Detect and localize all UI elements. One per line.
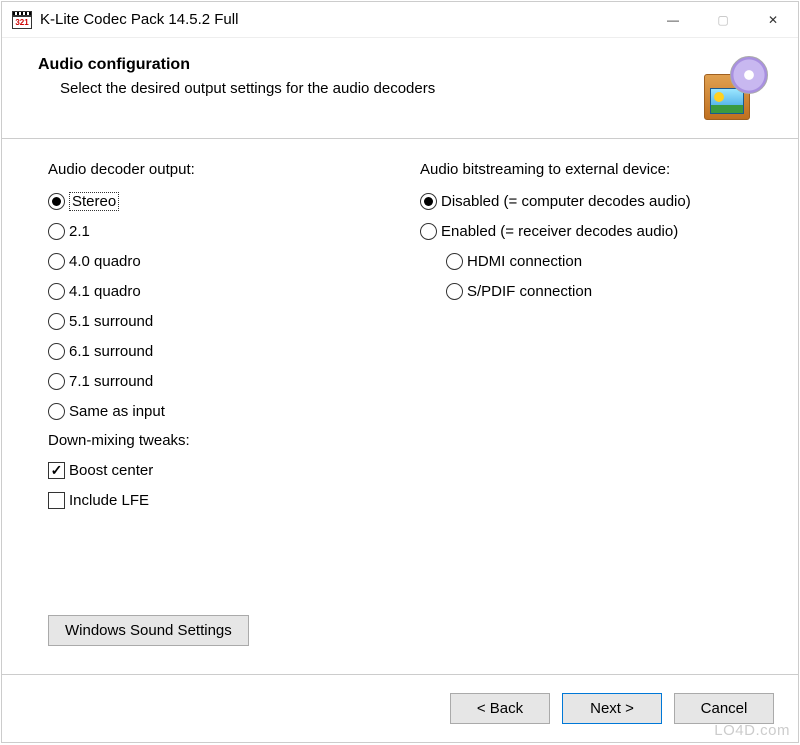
option-label: S/PDIF connection xyxy=(467,283,592,300)
maximize-icon: ▢ xyxy=(698,2,748,38)
option-label: Disabled (= computer decodes audio) xyxy=(441,193,691,210)
radio-decoder-2-1[interactable]: 2.1 xyxy=(48,216,390,246)
checkbox-icon xyxy=(48,462,65,479)
option-label: 7.1 surround xyxy=(69,373,153,390)
radio-decoder-same-as-input[interactable]: Same as input xyxy=(48,396,390,426)
radio-decoder-stereo[interactable]: Stereo xyxy=(48,186,390,216)
page-title: Audio configuration xyxy=(38,56,688,74)
app-icon: 321 xyxy=(12,11,32,29)
radio-icon xyxy=(420,223,437,240)
radio-decoder-4-0-quadro[interactable]: 4.0 quadro xyxy=(48,246,390,276)
option-label: Same as input xyxy=(69,403,165,420)
cancel-button[interactable]: Cancel xyxy=(674,693,774,724)
radio-icon xyxy=(48,223,65,240)
checkbox-icon xyxy=(48,492,65,509)
radio-bitstream-enabled-receiver-decodes-audio[interactable]: Enabled (= receiver decodes audio) xyxy=(420,216,762,246)
radio-icon xyxy=(48,373,65,390)
radio-connection-s-pdif-connection[interactable]: S/PDIF connection xyxy=(446,276,762,306)
radio-icon xyxy=(48,253,65,270)
option-label: Enabled (= receiver decodes audio) xyxy=(441,223,678,240)
back-button[interactable]: < Back xyxy=(450,693,550,724)
radio-decoder-4-1-quadro[interactable]: 4.1 quadro xyxy=(48,276,390,306)
titlebar: 321 K-Lite Codec Pack 14.5.2 Full — ▢ ✕ xyxy=(2,2,798,38)
next-button[interactable]: Next > xyxy=(562,693,662,724)
close-icon[interactable]: ✕ xyxy=(748,2,798,38)
radio-icon xyxy=(48,193,65,210)
option-label: 5.1 surround xyxy=(69,313,153,330)
checkbox-tweak-boost-center[interactable]: Boost center xyxy=(48,455,390,485)
radio-icon xyxy=(446,253,463,270)
radio-decoder-7-1-surround[interactable]: 7.1 surround xyxy=(48,366,390,396)
group-label-tweaks: Down-mixing tweaks: xyxy=(48,432,390,449)
radio-decoder-5-1-surround[interactable]: 5.1 surround xyxy=(48,306,390,336)
radio-icon xyxy=(48,283,65,300)
minimize-icon[interactable]: — xyxy=(648,2,698,38)
option-label: Boost center xyxy=(69,462,153,479)
option-label: 6.1 surround xyxy=(69,343,153,360)
option-label: Include LFE xyxy=(69,492,149,509)
radio-bitstream-disabled-computer-decodes-audio[interactable]: Disabled (= computer decodes audio) xyxy=(420,186,762,216)
windows-sound-settings-button[interactable]: Windows Sound Settings xyxy=(48,615,249,646)
audio-bitstreaming-group: Audio bitstreaming to external device: D… xyxy=(420,161,762,515)
option-label: 4.1 quadro xyxy=(69,283,141,300)
wizard-footer: < Back Next > Cancel xyxy=(2,674,798,742)
radio-connection-hdmi-connection[interactable]: HDMI connection xyxy=(446,246,762,276)
option-label: Stereo xyxy=(69,192,119,211)
group-label-bitstreaming: Audio bitstreaming to external device: xyxy=(420,161,762,178)
group-label-decoder: Audio decoder output: xyxy=(48,161,390,178)
audio-decoder-output-group: Audio decoder output: Stereo 2.1 4.0 quadr… xyxy=(48,161,390,515)
option-label: 2.1 xyxy=(69,223,90,240)
radio-icon xyxy=(420,193,437,210)
page-header: Audio configuration Select the desired o… xyxy=(2,38,798,139)
page-subtitle: Select the desired output settings for t… xyxy=(60,80,688,97)
radio-icon xyxy=(48,403,65,420)
installer-icon xyxy=(698,56,768,120)
window-title: K-Lite Codec Pack 14.5.2 Full xyxy=(40,11,238,28)
checkbox-tweak-include-lfe[interactable]: Include LFE xyxy=(48,485,390,515)
radio-icon xyxy=(48,313,65,330)
radio-icon xyxy=(48,343,65,360)
option-label: HDMI connection xyxy=(467,253,582,270)
option-label: 4.0 quadro xyxy=(69,253,141,270)
radio-icon xyxy=(446,283,463,300)
radio-decoder-6-1-surround[interactable]: 6.1 surround xyxy=(48,336,390,366)
